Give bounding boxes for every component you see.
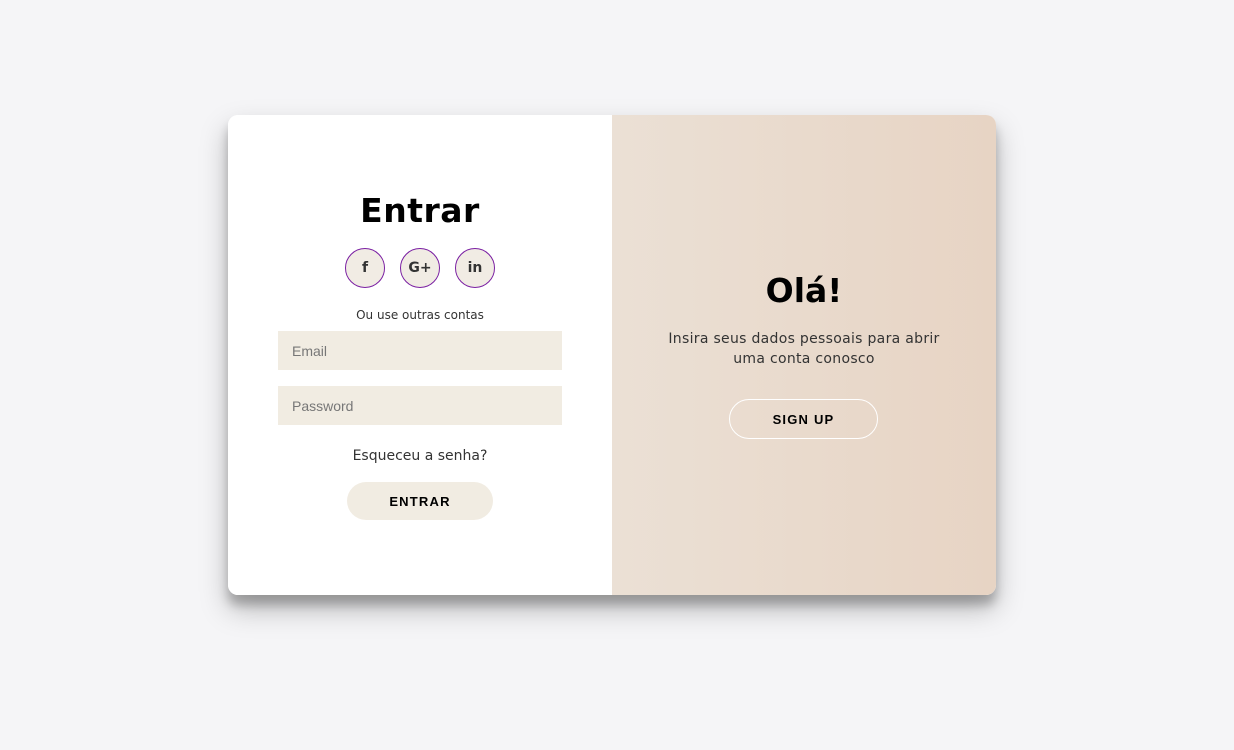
signin-form: Entrar f G+ in Ou use outras contas Esqu… [228, 115, 612, 595]
auth-card: Entrar f G+ in Ou use outras contas Esqu… [228, 115, 996, 595]
linkedin-icon[interactable]: in [455, 248, 495, 288]
signin-title: Entrar [360, 191, 480, 230]
alt-accounts-text: Ou use outras contas [356, 308, 484, 322]
signup-panel: Olá! Insira seus dados pessoais para abr… [612, 115, 996, 595]
forgot-password-link[interactable]: Esqueceu a senha? [228, 448, 612, 464]
password-field[interactable] [278, 386, 562, 425]
signin-button[interactable]: ENTRAR [347, 482, 493, 520]
signup-text: Insira seus dados pessoais para abrir um… [668, 331, 940, 367]
social-login-group: f G+ in [228, 248, 612, 288]
signup-button[interactable]: SIGN UP [729, 399, 878, 439]
signup-title: Olá! [765, 271, 843, 310]
facebook-icon[interactable]: f [345, 248, 385, 288]
email-field[interactable] [278, 331, 562, 370]
google-plus-icon[interactable]: G+ [400, 248, 440, 288]
